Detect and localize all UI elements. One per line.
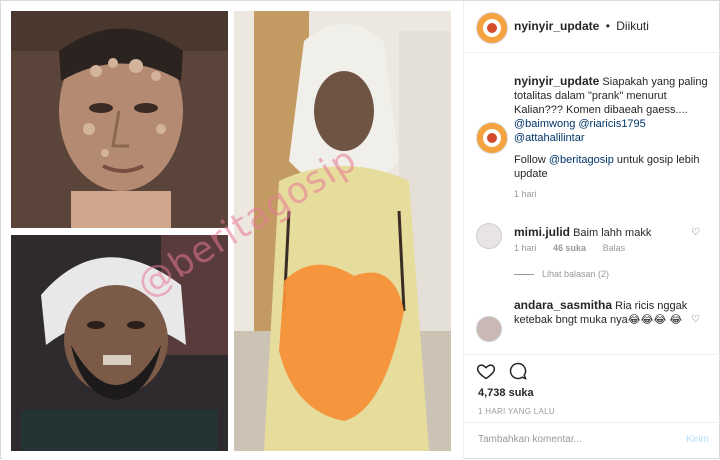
caption-username[interactable]: nyinyir_update [514, 74, 599, 88]
comment-time[interactable]: 1 hari [514, 243, 537, 253]
follow-status-button[interactable]: Diikuti [616, 19, 649, 33]
photo-man-makeup [11, 11, 228, 228]
post-date: 1 HARI YANG LALU [478, 407, 555, 416]
post-sidebar: nyinyir_update • Diikuti nyinyir_update … [463, 2, 720, 459]
comment-icon[interactable] [508, 361, 528, 381]
comment-username[interactable]: andara_sasmitha [514, 298, 612, 312]
small-heart-icon[interactable]: ♡ [691, 227, 700, 238]
mention-link[interactable]: @attahalilintar [514, 132, 584, 144]
avatar[interactable] [476, 12, 508, 44]
comment-username[interactable]: mimi.julid [514, 225, 570, 239]
avatar[interactable] [476, 223, 502, 249]
caption-time[interactable]: 1 hari [514, 189, 537, 199]
comment-item: mimi.julid Baim lahh makk [514, 225, 704, 240]
caption-follow-prefix: Follow [514, 154, 546, 166]
instagram-post: @beritagosip nyinyir_update • Diikuti ny… [0, 0, 720, 459]
post-header: nyinyir_update • Diikuti [464, 2, 720, 53]
comment-input[interactable] [476, 433, 670, 446]
view-replies-button[interactable]: Lihat balasan (2) [514, 269, 609, 279]
post-media: @beritagosip [2, 2, 463, 459]
comment-likes[interactable]: 46 suka [553, 243, 586, 253]
mention-link[interactable]: @riaricis1795 [578, 118, 645, 130]
mention-link[interactable]: @beritagosip [549, 154, 614, 166]
likes-count[interactable]: 4,738 suka [478, 387, 534, 399]
separator-dot: • [605, 19, 610, 33]
comment-meta: 1 hari 46 suka Balas [514, 243, 639, 253]
header-username[interactable]: nyinyir_update [514, 19, 599, 33]
avatar[interactable] [476, 316, 502, 342]
mention-link[interactable]: @baimwong [514, 118, 575, 130]
comment-item: andara_sasmitha Ria ricis nggak ketebak … [514, 298, 704, 327]
post-actions: 4,738 suka 1 HARI YANG LALU [464, 354, 720, 425]
caption-avatar[interactable] [476, 122, 508, 154]
small-heart-icon[interactable]: ♡ [691, 314, 700, 325]
comment-text: Baim lahh makk [573, 227, 652, 239]
post-caption: nyinyir_update Siapakah yang paling tota… [514, 74, 714, 201]
post-comment-button[interactable]: Kirim [686, 434, 709, 445]
add-comment-bar: Kirim [464, 422, 720, 460]
heart-icon[interactable] [476, 361, 496, 381]
reply-button[interactable]: Balas [603, 243, 626, 253]
